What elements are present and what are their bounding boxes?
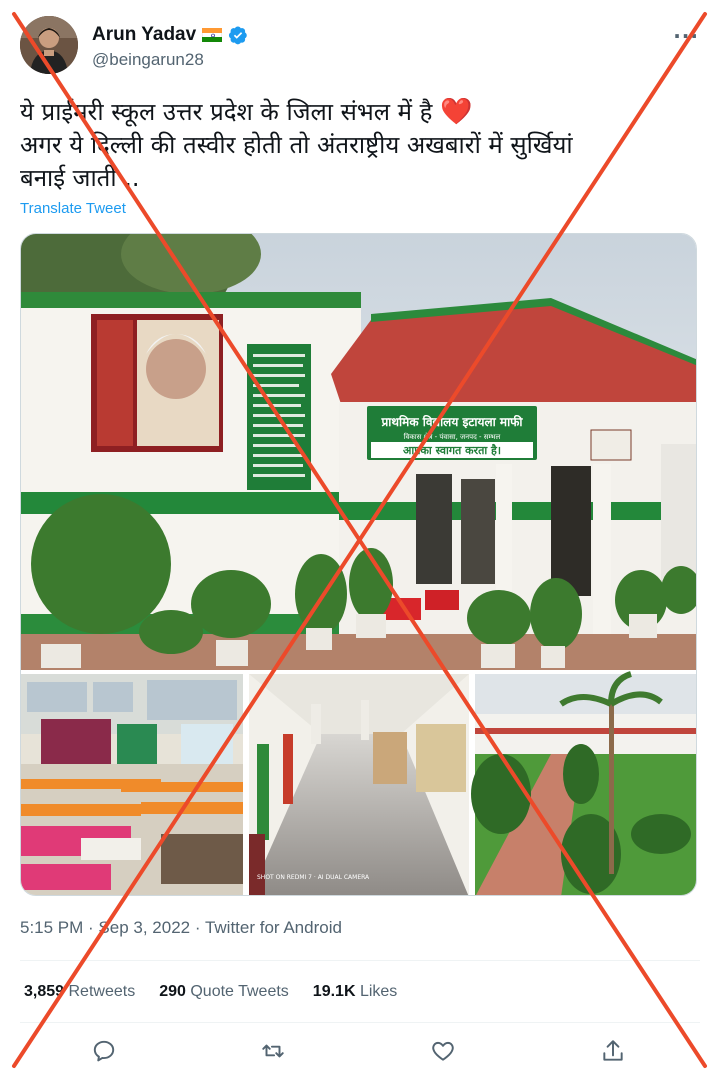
retweet-icon[interactable] <box>260 1038 286 1064</box>
tweet-text: ये प्राईमरी स्कूल उत्तर प्रदेश के जिला स… <box>20 96 700 195</box>
tweet-timestamp[interactable]: 5:15 PM · Sep 3, 2022 · Twitter for Andr… <box>20 918 342 938</box>
signboard-line-2: विकास क्षेत्र - पंवासा, जनपद - सम्भल <box>404 432 501 441</box>
share-icon[interactable] <box>600 1038 626 1064</box>
retweets-stat[interactable]: 3,859 Retweets <box>24 983 135 1001</box>
photo-watermark: SHOT ON REDMI 7 · AI DUAL CAMERA <box>257 874 370 881</box>
tweet-header: Arun Yadav @beingarun28 ··· <box>0 0 719 90</box>
user-handle[interactable]: @beingarun28 <box>92 50 204 70</box>
likes-stat[interactable]: 19.1K Likes <box>313 983 398 1001</box>
india-flag-icon <box>202 28 223 43</box>
tweet-line-2: अगर ये दिल्ली की तस्वीर होती तो अंतराष्ट… <box>20 131 573 159</box>
garden-photo <box>471 671 696 895</box>
heart-emoji-icon: ❤️ <box>439 97 473 127</box>
tweet-line-3: बनाई जाती .. <box>20 164 140 192</box>
signboard-line-3: आपका स्वागत करता है। <box>403 443 501 457</box>
avatar[interactable] <box>20 16 78 74</box>
reply-icon[interactable] <box>91 1038 117 1064</box>
tweet-stats: 3,859 Retweets 290 Quote Tweets 19.1K Li… <box>24 983 397 1001</box>
more-horizontal-icon[interactable]: ··· <box>673 24 699 48</box>
display-name[interactable]: Arun Yadav <box>92 24 196 46</box>
classroom-photo <box>21 674 243 895</box>
tweet-media[interactable]: प्राथमिक विद्यालय इटायला माफी विकास क्षे… <box>20 233 697 896</box>
tweet-source[interactable]: Twitter for Android <box>205 918 342 937</box>
corridor-photo: SHOT ON REDMI 7 · AI DUAL CAMERA <box>249 674 469 895</box>
quote-tweets-stat[interactable]: 290 Quote Tweets <box>159 983 289 1001</box>
translate-tweet-link[interactable]: Translate Tweet <box>20 200 126 217</box>
tweet-actions <box>0 1038 719 1068</box>
like-icon[interactable] <box>430 1038 456 1064</box>
school-building-photo: प्राथमिक विद्यालय इटायला माफी विकास क्षे… <box>21 234 696 670</box>
verified-badge-icon <box>229 26 247 45</box>
tweet-line-1: ये प्राईमरी स्कूल उत्तर प्रदेश के जिला स… <box>20 97 473 127</box>
signboard-line-1: प्राथमिक विद्यालय इटायला माफी <box>380 415 523 429</box>
divider <box>20 1022 700 1023</box>
divider <box>20 960 700 961</box>
